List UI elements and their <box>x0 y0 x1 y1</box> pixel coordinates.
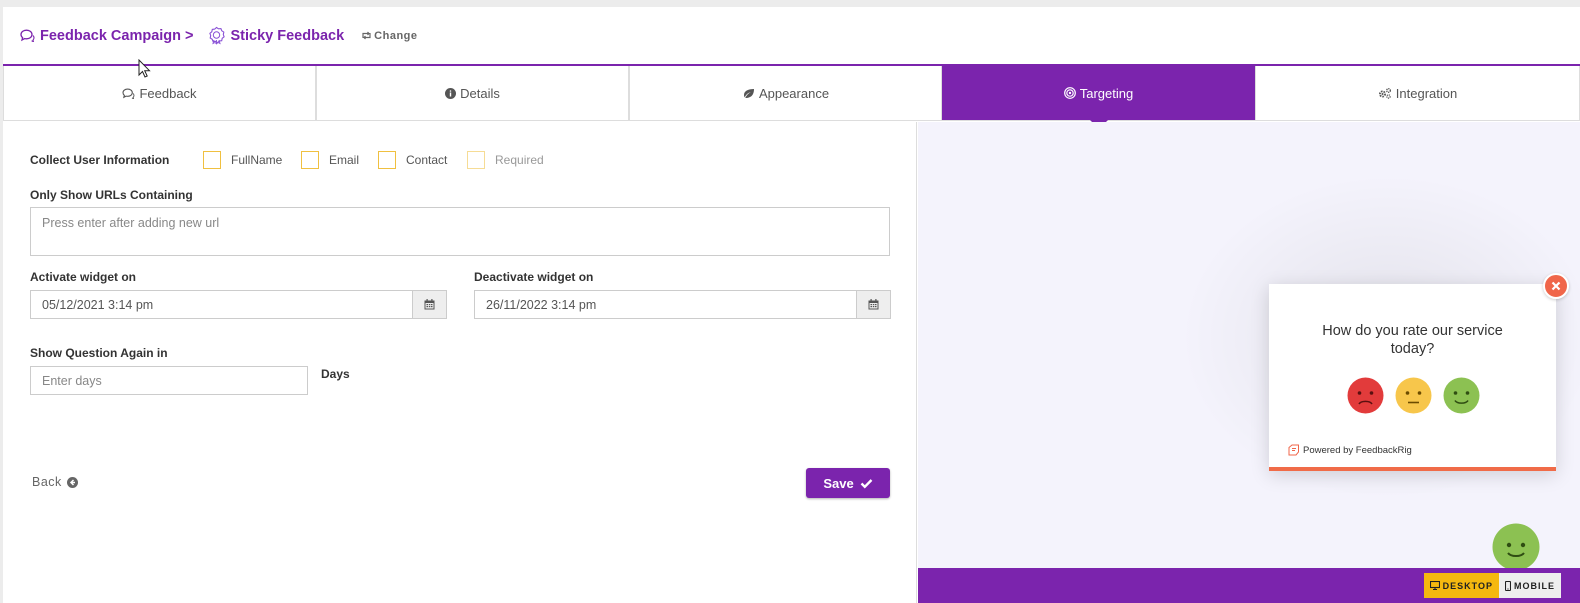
breadcrumb-parent[interactable]: Feedback Campaign > <box>20 28 194 44</box>
option-required[interactable]: Required <box>467 151 544 169</box>
widget-question: How do you rate our service today? <box>1322 323 1503 357</box>
tab-targeting[interactable]: Targeting <box>942 66 1255 129</box>
powered-by-label: Powered by FeedbackRig <box>1303 444 1412 456</box>
close-icon <box>1551 281 1561 291</box>
deactivate-calendar-button[interactable] <box>856 291 890 318</box>
rating-faces <box>1347 377 1480 414</box>
tab-appearance-label: Appearance <box>758 85 830 101</box>
app-page: Feedback Campaign > Sticky Feedback Chan… <box>3 7 1580 603</box>
activate-calendar-button[interactable] <box>412 291 446 318</box>
desktop-icon <box>1429 581 1440 590</box>
header: Feedback Campaign > Sticky Feedback Chan… <box>3 7 1580 66</box>
option-fullname[interactable]: FullName <box>203 151 282 169</box>
breadcrumb-current-label: Sticky Feedback <box>230 27 345 44</box>
back-button[interactable]: Back <box>32 475 78 489</box>
tab-targeting-label: Targeting <box>1079 85 1134 101</box>
days-unit-label: Days <box>321 367 350 381</box>
required-checkbox[interactable] <box>467 151 485 169</box>
desktop-label: DESKTOP <box>1442 580 1493 591</box>
contact-label: Contact <box>406 153 448 167</box>
breadcrumb-current: Sticky Feedback <box>207 26 345 45</box>
happy-face-icon[interactable] <box>1443 377 1480 414</box>
change-label: Change <box>374 29 418 42</box>
fullname-label: FullName <box>231 153 283 167</box>
tab-integration[interactable]: Integration <box>1255 66 1580 120</box>
tab-integration-label: Integration <box>1395 85 1458 101</box>
urls-input[interactable] <box>30 207 890 256</box>
mouse-cursor-icon <box>138 59 151 78</box>
change-button[interactable]: Change <box>361 30 417 42</box>
urls-label: Only Show URLs Containing <box>30 188 193 202</box>
comments-icon <box>122 87 135 99</box>
option-contact[interactable]: Contact <box>378 151 447 169</box>
activate-date-input[interactable] <box>31 291 412 318</box>
powered-by[interactable]: Powered by FeedbackRig <box>1288 444 1412 456</box>
deactivate-date-input[interactable] <box>475 291 856 318</box>
retweet-icon <box>361 31 372 40</box>
option-email[interactable]: Email <box>301 151 359 169</box>
deactivate-date-field <box>474 290 891 319</box>
check-icon <box>860 478 873 489</box>
show-again-label: Show Question Again in <box>30 346 168 360</box>
collect-user-info-label: Collect User Information <box>30 153 170 167</box>
mobile-button[interactable]: MOBILE <box>1499 573 1561 598</box>
tab-appearance[interactable]: Appearance <box>629 66 942 120</box>
calendar-icon <box>868 299 879 310</box>
save-button[interactable]: Save <box>806 468 890 498</box>
fullname-checkbox[interactable] <box>203 151 221 169</box>
email-label: Email <box>329 153 360 167</box>
comments-icon <box>20 29 35 42</box>
preview-bottom-bar: DESKTOP MOBILE <box>918 568 1580 603</box>
deactivate-label: Deactivate widget on <box>474 270 594 284</box>
targeting-form: Collect User Information FullName Email … <box>3 122 917 603</box>
arrow-circle-left-icon <box>66 476 78 488</box>
save-label: Save <box>823 475 854 491</box>
days-input[interactable] <box>30 366 308 395</box>
desktop-button[interactable]: DESKTOP <box>1423 573 1499 598</box>
mobile-icon <box>1505 580 1511 591</box>
tab-feedback[interactable]: Feedback <box>3 66 316 120</box>
sad-face-icon[interactable] <box>1347 377 1384 414</box>
sticky-feedback-icon <box>207 26 226 45</box>
activate-date-field <box>30 290 447 319</box>
email-checkbox[interactable] <box>301 151 319 169</box>
tab-details[interactable]: Details <box>316 66 629 120</box>
feedbackrig-logo-icon <box>1288 444 1300 456</box>
tab-details-label: Details <box>460 85 500 101</box>
feedback-widget: How do you rate our service today? Power… <box>1269 284 1556 471</box>
contact-checkbox[interactable] <box>378 151 396 169</box>
tab-feedback-label: Feedback <box>139 85 197 101</box>
activate-label: Activate widget on <box>30 270 137 284</box>
neutral-face-icon[interactable] <box>1395 377 1432 414</box>
back-label: Back <box>32 475 62 489</box>
widget-close-button[interactable] <box>1543 273 1569 299</box>
info-circle-icon <box>445 87 457 99</box>
breadcrumb-parent-label: Feedback Campaign > <box>40 27 194 44</box>
widget-preview: How do you rate our service today? Power… <box>918 122 1580 603</box>
bullseye-icon <box>1063 87 1076 99</box>
floating-happy-face-icon[interactable] <box>1492 523 1540 571</box>
leaf-icon <box>742 88 755 99</box>
device-toggle: DESKTOP MOBILE <box>1423 573 1561 598</box>
required-label: Required <box>495 153 544 167</box>
mobile-label: MOBILE <box>1514 580 1555 591</box>
calendar-icon <box>424 299 435 310</box>
tab-bar: Feedback Details Appearance Targeting In… <box>3 66 1580 129</box>
cogs-icon <box>1378 87 1392 99</box>
